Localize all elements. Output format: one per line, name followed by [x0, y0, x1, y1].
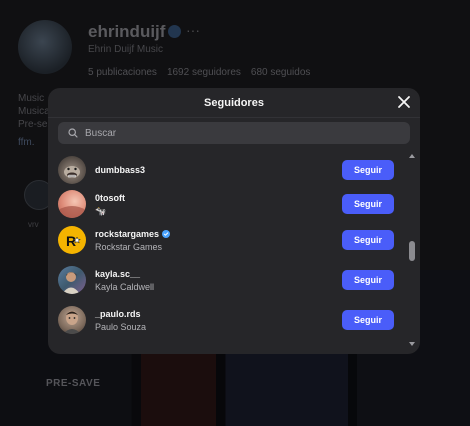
follower-username[interactable]: dumbbass3: [95, 164, 145, 176]
follower-username[interactable]: _paulo.rds: [95, 308, 141, 320]
follower-username[interactable]: rockstargames: [95, 228, 159, 240]
follower-row[interactable]: 0tosoft 🐄 Seguir: [58, 188, 406, 220]
dialog-header: Seguidores: [48, 88, 420, 118]
avatar[interactable]: [58, 190, 86, 218]
follower-fullname: Paulo Souza: [95, 321, 147, 332]
posts-count: 5 publicaciones: [88, 67, 157, 78]
follower-username[interactable]: kayla.sc__: [95, 268, 140, 280]
follow-button[interactable]: Seguir: [342, 194, 394, 214]
profile-more-icon: ···: [186, 22, 200, 38]
follower-username[interactable]: 0tosoft: [95, 192, 125, 204]
follow-button[interactable]: Seguir: [342, 230, 394, 250]
avatar[interactable]: R: [58, 226, 86, 254]
follower-row[interactable]: kayla.sc__ Kayla Caldwell Seguir: [58, 264, 406, 296]
follow-button[interactable]: Seguir: [342, 310, 394, 330]
follower-row[interactable]: dumbbass3 Seguir: [58, 154, 406, 186]
follower-row[interactable]: _paulo.rds Paulo Souza Seguir: [58, 304, 406, 336]
verified-badge-icon: [162, 229, 171, 238]
person-avatar-icon: [63, 311, 81, 334]
avatar[interactable]: [58, 306, 86, 334]
profile-stats: 5 publicaciones 1692 seguidores 680 segu…: [88, 67, 310, 78]
following-count: 680 seguidos: [250, 67, 311, 78]
follower-fullname: Rockstar Games: [95, 241, 163, 252]
svg-text:R: R: [66, 233, 76, 249]
scroll-up-arrow-icon[interactable]: [408, 152, 416, 160]
profile-bio: Music Musica Pre-se: [18, 93, 50, 130]
follow-button[interactable]: Seguir: [342, 160, 394, 180]
close-icon: [398, 96, 410, 108]
story-highlight-label: vrv: [28, 220, 39, 229]
list-scrollbar[interactable]: [407, 152, 417, 348]
follow-button[interactable]: Seguir: [342, 270, 394, 290]
rockstar-logo-icon: R: [64, 232, 81, 249]
search-bar[interactable]: [58, 122, 410, 144]
dog-avatar-icon: [64, 166, 80, 178]
avatar[interactable]: [58, 156, 86, 184]
followers-dialog: Seguidores Buscar dumbbass3 Seguir 0toso…: [48, 88, 420, 354]
follower-fullname: Kayla Caldwell: [95, 281, 155, 292]
person-avatar-icon: [62, 272, 80, 294]
profile-verified-icon: [168, 25, 181, 38]
followers-count: 1692 seguidores: [166, 67, 241, 78]
profile-avatar: [18, 20, 72, 74]
follower-row[interactable]: R rockstargames Rockstar Games Seguir: [58, 224, 406, 256]
dialog-title: Seguidores: [204, 96, 264, 109]
profile-link: ffm.: [18, 137, 35, 148]
scrollbar-thumb[interactable]: [409, 241, 415, 261]
close-button[interactable]: [396, 94, 412, 110]
search-input[interactable]: [85, 127, 385, 139]
profile-username: ehrinduijf: [88, 22, 166, 41]
post-caption: PRE-SAVE: [46, 378, 101, 389]
search-icon: [68, 128, 78, 138]
avatar[interactable]: [58, 266, 86, 294]
follower-fullname: 🐄: [95, 205, 107, 216]
scroll-down-arrow-icon[interactable]: [408, 340, 416, 348]
profile-fullname: Ehrin Duijf Music: [88, 44, 164, 55]
followers-list: dumbbass3 Seguir 0tosoft 🐄 Seguir R rock…: [48, 152, 406, 348]
sunset-avatar-icon: [58, 206, 86, 218]
